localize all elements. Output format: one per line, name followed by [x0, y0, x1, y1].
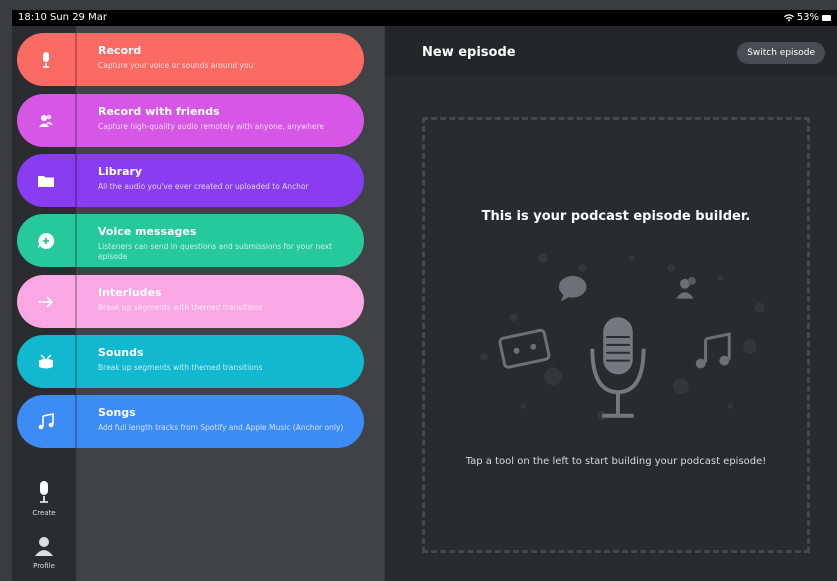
nav-create-label: Create [32, 509, 56, 517]
music-note-icon [17, 395, 75, 448]
tool-description: Capture your voice or sounds around you [98, 61, 254, 70]
tool-divider [75, 275, 77, 328]
tool-title: Record with friends [98, 105, 220, 118]
wifi-icon [783, 14, 794, 22]
music-note-icon [695, 332, 731, 369]
battery-percent: 53% [796, 12, 819, 23]
profile-icon [35, 537, 53, 556]
switch-episode-button[interactable]: Switch episode [737, 42, 825, 64]
tool-record[interactable]: Record Capture your voice or sounds arou… [17, 33, 364, 86]
tool-title: Songs [98, 406, 136, 419]
builder-hint: Tap a tool on the left to start building… [465, 456, 767, 467]
episode-header: New episode Switch episode [385, 26, 837, 77]
friends-icon [676, 276, 696, 299]
page-title: New episode [422, 45, 516, 60]
tool-interludes[interactable]: Interludes Break up segments with themed… [17, 275, 364, 328]
tool-title: Interludes [98, 286, 162, 299]
status-bar: 18:10 Sun 29 Mar 53% [12, 10, 837, 26]
tool-description: Break up segments with themed transition… [98, 303, 263, 312]
tool-title: Voice messages [98, 225, 197, 238]
tool-library[interactable]: Library All the audio you've ever create… [17, 154, 364, 207]
status-time-date: 18:10 Sun 29 Mar [18, 12, 107, 23]
tool-title: Sounds [98, 346, 144, 359]
tool-voice-messages[interactable]: Voice messages Listeners can send in que… [17, 214, 364, 267]
folder-icon [17, 154, 75, 207]
speech-bubble-icon [558, 275, 587, 302]
tool-divider [75, 395, 77, 448]
tool-description: Add full length tracks from Spotify and … [98, 423, 344, 432]
tool-divider [75, 214, 77, 267]
builder-illustration [480, 253, 765, 421]
tool-divider [75, 33, 77, 86]
microphone-icon [590, 317, 646, 418]
tool-divider [75, 335, 77, 388]
builder-headline: This is your podcast episode builder. [481, 209, 751, 224]
nav-profile-label: Profile [33, 562, 55, 570]
cassette-icon [498, 328, 551, 369]
battery-icon [822, 15, 831, 21]
tool-description: Break up segments with themed transition… [98, 363, 263, 372]
tool-record-with-friends[interactable]: Record with friends Capture high-quality… [17, 94, 364, 147]
tool-divider [75, 94, 77, 147]
drum-icon [17, 335, 75, 388]
nav-create[interactable]: Create [12, 481, 76, 517]
tool-songs[interactable]: Songs Add full length tracks from Spotif… [17, 395, 364, 448]
nav-profile[interactable]: Profile [12, 536, 76, 570]
arrow-right-icon [17, 275, 75, 328]
voice-message-icon [17, 214, 75, 267]
tool-description: All the audio you've ever created or upl… [98, 182, 309, 191]
friends-icon [17, 94, 75, 147]
microphone-icon [17, 33, 75, 86]
microphone-icon [40, 481, 48, 503]
status-right: 53% [783, 10, 831, 26]
tool-title: Library [98, 165, 143, 178]
tool-title: Record [98, 44, 142, 57]
tool-divider [75, 154, 77, 207]
episode-builder-dropzone[interactable]: This is your podcast episode builder. Ta… [422, 117, 810, 553]
tool-description: Listeners can send in questions and subm… [98, 242, 333, 261]
tool-sounds[interactable]: Sounds Break up segments with themed tra… [17, 335, 364, 388]
tool-description: Capture high-quality audio remotely with… [98, 122, 324, 131]
